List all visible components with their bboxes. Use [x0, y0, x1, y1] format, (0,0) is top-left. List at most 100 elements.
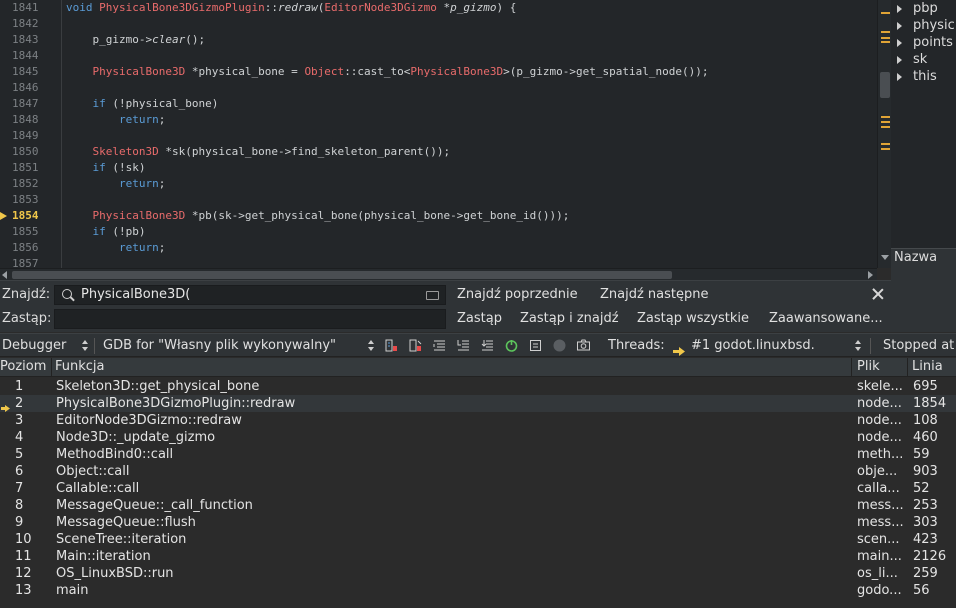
line-number[interactable]: 1854: [0, 208, 62, 224]
code-line[interactable]: return;: [66, 240, 165, 256]
line-number[interactable]: 1842: [0, 16, 62, 32]
table-row[interactable]: 7 Callable::call calla... 52: [0, 480, 956, 497]
find-input[interactable]: PhysicalBone3D(: [54, 285, 446, 305]
name-column-header[interactable]: Nazwa: [891, 248, 956, 268]
line-number[interactable]: 1845: [0, 64, 62, 80]
line-number[interactable]: 1851: [0, 160, 62, 176]
table-row[interactable]: 4 Node3D::_update_gizmo node... 460: [0, 429, 956, 446]
scroll-marker: [881, 41, 890, 43]
code-line[interactable]: PhysicalBone3D *pb(sk->get_physical_bone…: [66, 208, 570, 224]
replace-and-find-button[interactable]: Zastąp i znajdź: [520, 311, 619, 326]
line-number[interactable]: 1843: [0, 32, 62, 48]
replace-input[interactable]: [54, 309, 446, 329]
step-back-icon[interactable]: [480, 338, 495, 353]
select-spinner-icon[interactable]: [368, 340, 375, 352]
line-number-text: 1855: [12, 225, 39, 238]
code-line[interactable]: if (!pb): [66, 224, 146, 240]
chevron-right-icon[interactable]: [897, 39, 902, 47]
table-row[interactable]: 11 Main::iteration main... 2126: [0, 548, 956, 565]
execution-pointer-icon: [0, 212, 7, 220]
code-token: return: [118, 113, 159, 126]
code-line[interactable]: PhysicalBone3D *physical_bone = Object::…: [66, 64, 709, 80]
column-divider[interactable]: [51, 358, 52, 377]
replace-all-button[interactable]: Zastąp wszystkie: [637, 311, 749, 326]
replace-button[interactable]: Zastąp: [457, 311, 502, 326]
step-out-icon[interactable]: [432, 338, 447, 353]
debugger-select[interactable]: Debugger: [2, 338, 66, 353]
camera-icon[interactable]: [576, 338, 591, 353]
code-line[interactable]: return;: [66, 176, 165, 192]
line-number[interactable]: 1857: [0, 256, 62, 268]
table-row[interactable]: 2 PhysicalBone3DGizmoPlugin::redraw node..…: [0, 395, 956, 412]
chevron-right-icon[interactable]: [897, 56, 902, 64]
frame-function: SceneTree::iteration: [56, 532, 187, 547]
column-header-line[interactable]: Linia: [912, 359, 943, 374]
code-line[interactable]: if (!physical_bone): [66, 96, 219, 112]
frame-function: Skeleton3D::get_physical_bone: [56, 379, 260, 394]
step-instruction-icon[interactable]: [456, 338, 471, 353]
editor-vertical-scrollbar[interactable]: [877, 0, 891, 268]
code-editor[interactable]: 1841 1842 1843 1844 1845 1846 1847 1848 1849 1850…: [0, 0, 877, 268]
table-row[interactable]: 5 MethodBind0::call meth... 59: [0, 446, 956, 463]
table-row[interactable]: 9 MessageQueue::flush mess... 303: [0, 514, 956, 531]
select-spinner-icon[interactable]: [82, 340, 89, 352]
scrollbar-thumb[interactable]: [12, 271, 672, 279]
code-area[interactable]: void PhysicalBone3DGizmoPlugin::redraw(E…: [66, 0, 877, 268]
line-number[interactable]: 1856: [0, 240, 62, 256]
line-number[interactable]: 1848: [0, 112, 62, 128]
close-icon[interactable]: [872, 288, 884, 300]
clear-icon[interactable]: [426, 291, 439, 300]
table-row[interactable]: 12 OS_LinuxBSD::run os_li... 259: [0, 565, 956, 582]
scroll-left-icon[interactable]: [2, 271, 7, 279]
table-row[interactable]: 8 MessageQueue::_call_function mess... 253: [0, 497, 956, 514]
chevron-right-icon[interactable]: [897, 22, 902, 30]
select-spinner-icon[interactable]: [855, 340, 862, 352]
editor-horizontal-scrollbar[interactable]: [0, 268, 877, 280]
line-number[interactable]: 1841: [0, 0, 62, 16]
code-line[interactable]: void PhysicalBone3DGizmoPlugin::redraw(E…: [66, 0, 516, 16]
step-over-icon[interactable]: [408, 338, 423, 353]
line-number[interactable]: 1846: [0, 80, 62, 96]
code-line[interactable]: if (!sk): [66, 160, 146, 176]
line-number[interactable]: 1853: [0, 192, 62, 208]
table-row[interactable]: 13 main godo... 56: [0, 582, 956, 599]
scrollbar-thumb[interactable]: [880, 72, 890, 98]
code-line[interactable]: p_gizmo->clear();: [66, 32, 205, 48]
scroll-right-icon[interactable]: [868, 271, 873, 279]
table-row[interactable]: 6 Object::call obje... 903: [0, 463, 956, 480]
table-row[interactable]: 10 SceneTree::iteration scen... 423: [0, 531, 956, 548]
code-token: ;: [158, 241, 166, 254]
column-header-file[interactable]: Plik: [857, 359, 880, 374]
line-number[interactable]: 1850: [0, 144, 62, 160]
code-line[interactable]: Skeleton3D *sk(physical_bone->find_skele…: [66, 144, 451, 160]
stop-icon[interactable]: [552, 338, 567, 353]
column-divider[interactable]: [851, 358, 852, 377]
line-number[interactable]: 1855: [0, 224, 62, 240]
scroll-down-icon[interactable]: [881, 255, 889, 260]
chevron-right-icon[interactable]: [897, 5, 902, 13]
line-number[interactable]: 1852: [0, 176, 62, 192]
frame-line: 303: [913, 515, 938, 530]
continue-icon[interactable]: [504, 338, 519, 353]
thread-select[interactable]: #1 godot.linuxbsd.: [691, 338, 815, 353]
variables-tree[interactable]: pbp physic points sk this: [891, 0, 956, 248]
line-number[interactable]: 1849: [0, 128, 62, 144]
table-row[interactable]: 1 Skeleton3D::get_physical_bone skele... 69…: [0, 378, 956, 395]
find-next-button[interactable]: Znajdź następne: [600, 287, 709, 302]
advanced-button[interactable]: Zaawansowane...: [769, 311, 883, 326]
column-header-level[interactable]: Poziom: [0, 359, 46, 374]
line-number[interactable]: 1847: [0, 96, 62, 112]
line-number[interactable]: 1844: [0, 48, 62, 64]
line-number-gutter[interactable]: 1841 1842 1843 1844 1845 1846 1847 1848 1849 1850…: [0, 0, 62, 268]
line-number-text: 1854: [12, 209, 39, 222]
column-header-function[interactable]: Funkcja: [55, 359, 105, 374]
call-stack-table[interactable]: Poziom Funkcja Plik Linia 1 Skeleton3D::g…: [0, 358, 956, 608]
table-row[interactable]: 3 EditorNode3DGizmo::redraw node... 108: [0, 412, 956, 429]
find-previous-button[interactable]: Znajdź poprzednie: [457, 287, 578, 302]
step-into-icon[interactable]: [384, 338, 399, 353]
column-divider[interactable]: [907, 358, 908, 377]
code-line[interactable]: return;: [66, 112, 165, 128]
chevron-right-icon[interactable]: [897, 73, 902, 81]
interrupt-icon[interactable]: [528, 338, 543, 353]
target-select[interactable]: GDB for "Własny plik wykonywalny": [103, 338, 336, 353]
